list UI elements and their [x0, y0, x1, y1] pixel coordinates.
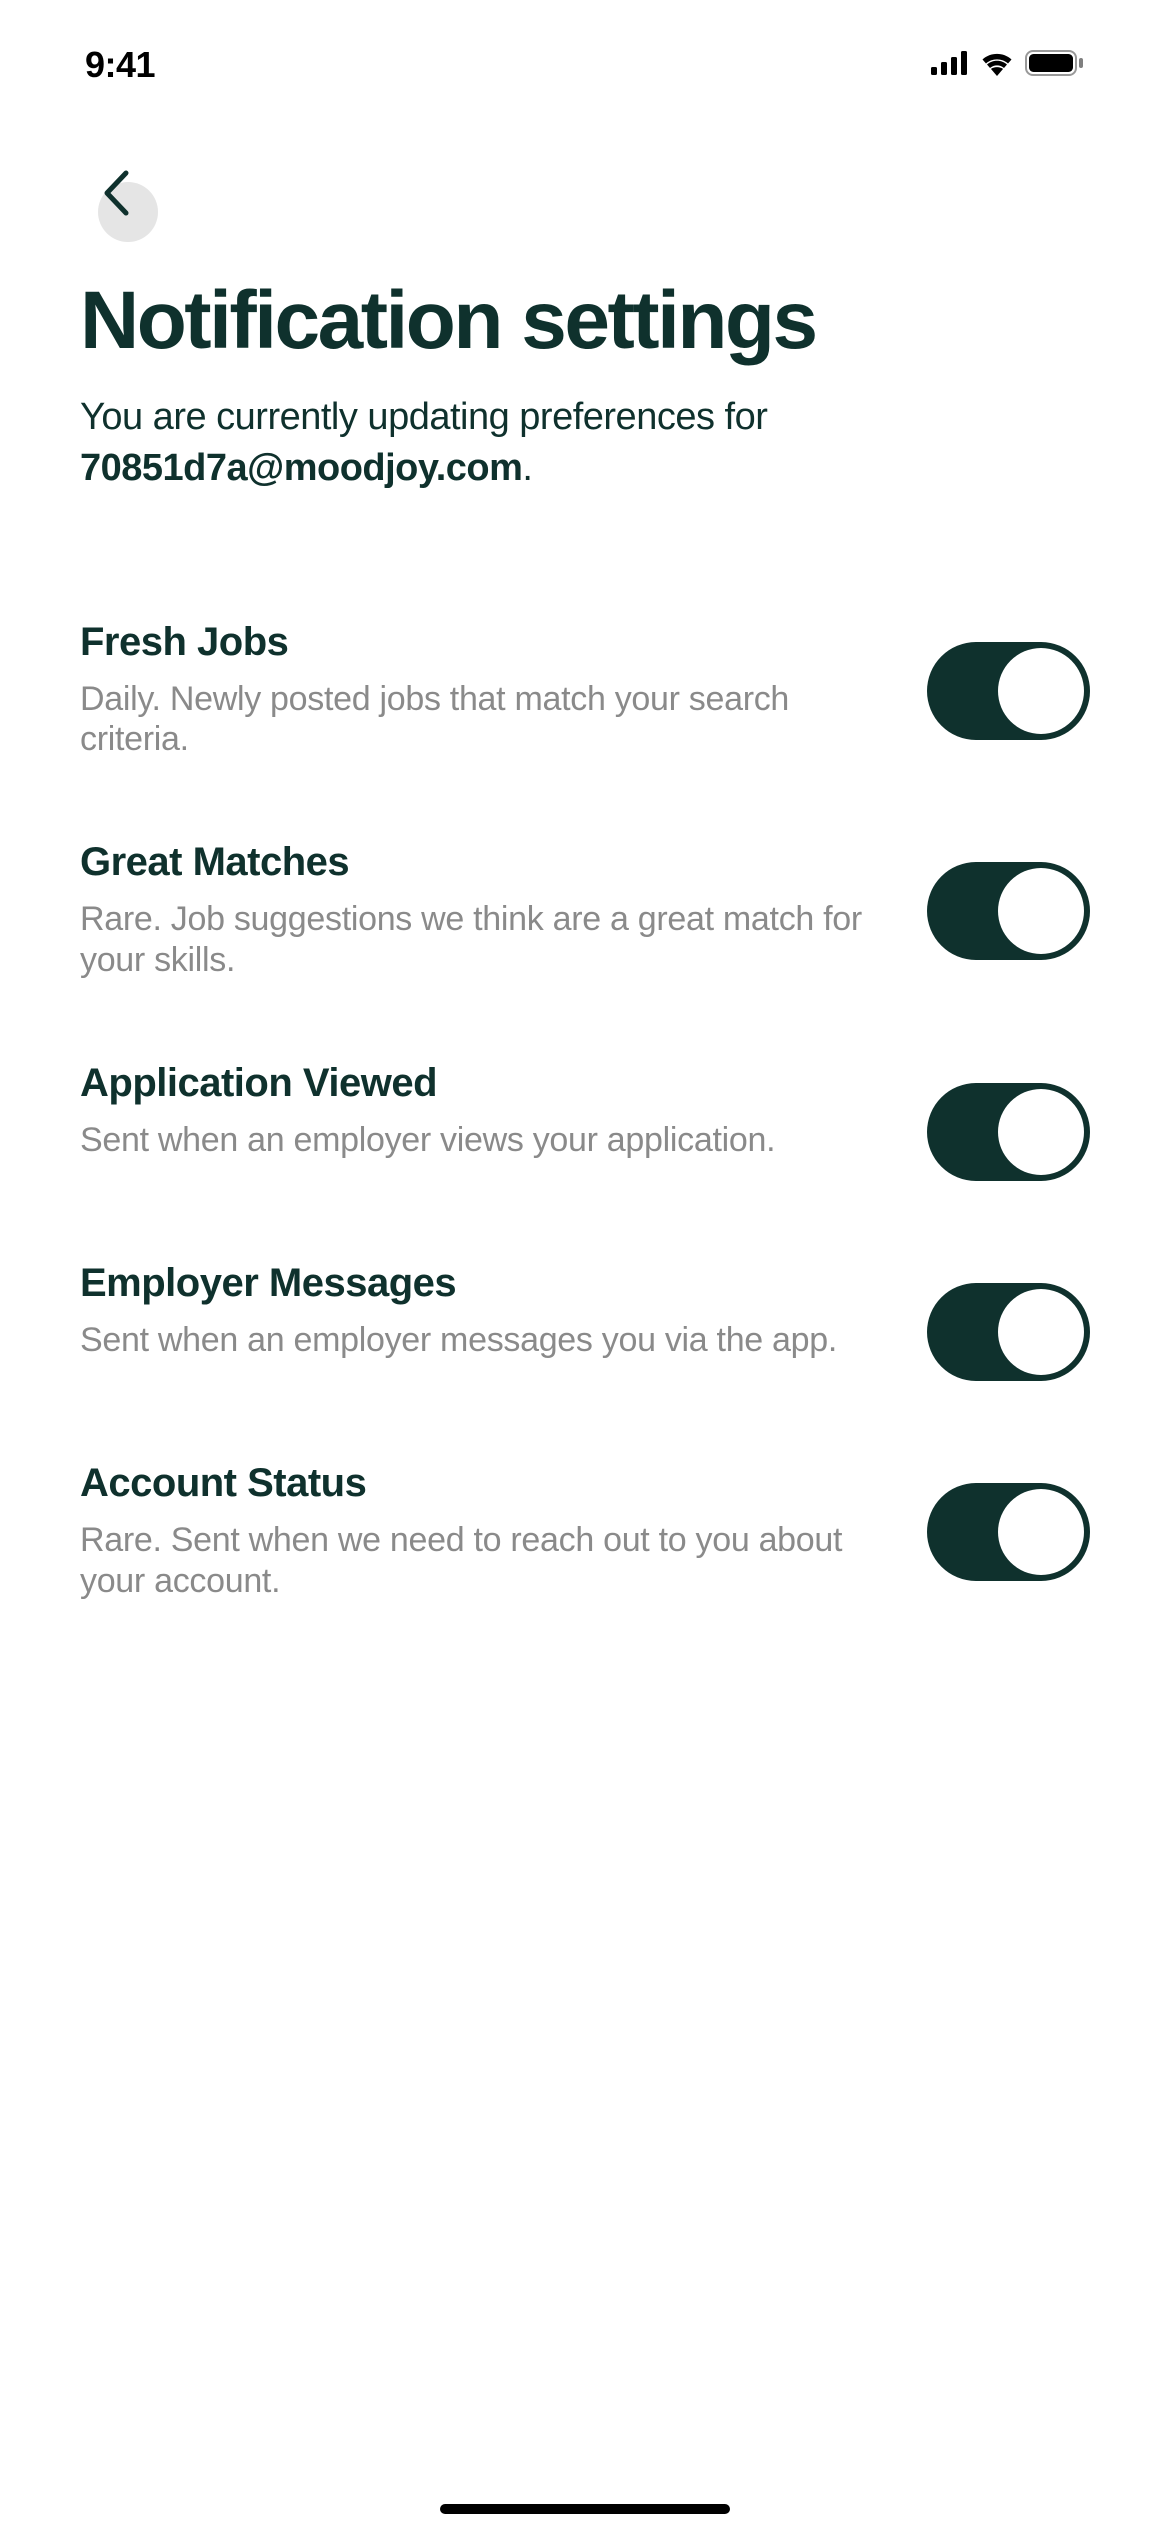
setting-text: Fresh Jobs Daily. Newly posted jobs that…: [80, 620, 887, 761]
back-button[interactable]: [80, 160, 150, 230]
toggle-account-status[interactable]: [927, 1483, 1090, 1581]
cellular-icon: [931, 51, 969, 80]
nav-bar: [0, 100, 1170, 220]
chevron-left-icon: [102, 170, 129, 221]
setting-description: Sent when an employer messages you via t…: [80, 1320, 887, 1361]
setting-fresh-jobs: Fresh Jobs Daily. Newly posted jobs that…: [80, 620, 1090, 761]
page-title: Notification settings: [80, 280, 1090, 362]
setting-text: Account Status Rare. Sent when we need t…: [80, 1461, 887, 1602]
toggle-great-matches[interactable]: [927, 862, 1090, 960]
home-indicator[interactable]: [440, 2504, 730, 2514]
setting-title: Employer Messages: [80, 1261, 887, 1306]
status-time: 9:41: [85, 44, 155, 86]
status-icons: [931, 50, 1085, 81]
settings-list: Fresh Jobs Daily. Newly posted jobs that…: [80, 620, 1090, 1602]
setting-title: Application Viewed: [80, 1061, 887, 1106]
description-suffix: .: [522, 447, 532, 489]
setting-application-viewed: Application Viewed Sent when an employer…: [80, 1061, 1090, 1181]
setting-description: Rare. Job suggestions we think are a gre…: [80, 899, 887, 981]
user-email: 70851d7a@moodjoy.com: [80, 447, 522, 489]
setting-text: Employer Messages Sent when an employer …: [80, 1261, 887, 1361]
status-bar: 9:41: [0, 0, 1170, 100]
setting-account-status: Account Status Rare. Sent when we need t…: [80, 1461, 1090, 1602]
setting-description: Rare. Sent when we need to reach out to …: [80, 1520, 887, 1602]
page-description: You are currently updating preferences f…: [80, 392, 1090, 495]
setting-title: Fresh Jobs: [80, 620, 887, 665]
setting-text: Application Viewed Sent when an employer…: [80, 1061, 887, 1161]
setting-employer-messages: Employer Messages Sent when an employer …: [80, 1261, 1090, 1381]
battery-icon: [1025, 50, 1085, 81]
toggle-employer-messages[interactable]: [927, 1283, 1090, 1381]
setting-great-matches: Great Matches Rare. Job suggestions we t…: [80, 840, 1090, 981]
setting-title: Great Matches: [80, 840, 887, 885]
setting-description: Daily. Newly posted jobs that match your…: [80, 679, 887, 761]
description-prefix: You are currently updating preferences f…: [80, 396, 767, 438]
setting-text: Great Matches Rare. Job suggestions we t…: [80, 840, 887, 981]
content: Notification settings You are currently …: [0, 220, 1170, 1601]
toggle-application-viewed[interactable]: [927, 1083, 1090, 1181]
toggle-fresh-jobs[interactable]: [927, 642, 1090, 740]
setting-description: Sent when an employer views your applica…: [80, 1120, 887, 1161]
setting-title: Account Status: [80, 1461, 887, 1506]
wifi-icon: [979, 50, 1015, 81]
